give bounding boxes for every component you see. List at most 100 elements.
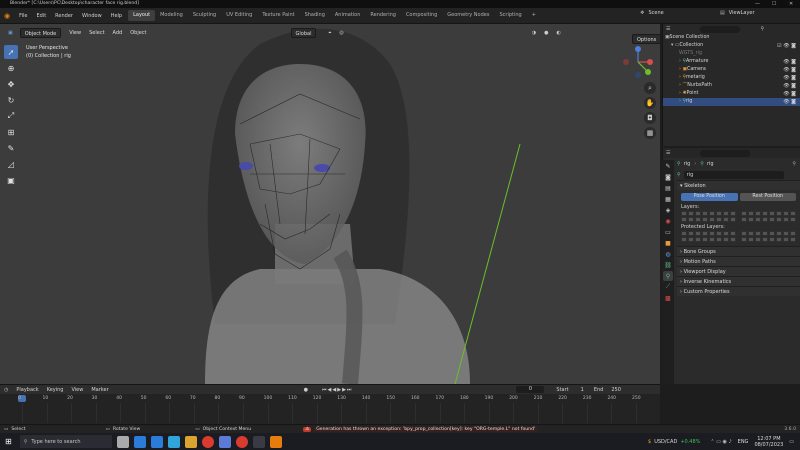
minimize-icon[interactable]: — <box>755 0 760 8</box>
language-indicator[interactable]: ENG <box>738 439 749 445</box>
editor-type-icon[interactable]: ▣ <box>4 28 17 38</box>
discord-icon[interactable] <box>218 435 231 448</box>
scale-tool-icon[interactable]: ⤢ <box>4 109 18 123</box>
menu-render[interactable]: Render <box>55 13 73 19</box>
timeline-editor-icon[interactable]: ◷ <box>4 387 8 393</box>
outliner-editor-icon[interactable]: ☰ <box>666 26 670 32</box>
ticker-symbol[interactable]: USD/CAD <box>654 439 677 445</box>
3d-viewport[interactable] <box>0 24 660 384</box>
inverse-kinematics-panel[interactable]: › Inverse Kinematics <box>677 276 800 286</box>
timeline-playback-menu[interactable]: Playback <box>16 387 38 393</box>
chrome-icon[interactable] <box>201 435 214 448</box>
windows-start-icon[interactable]: ⊞ <box>5 437 12 446</box>
timeline-ruler[interactable]: 0 10 20 30 40 50 60 70 80 90 100 110 120 130 140 150 160… <box>0 394 660 424</box>
texture-tab-icon[interactable]: ▩ <box>663 293 673 303</box>
shading-material-icon[interactable]: ◐ <box>552 28 564 38</box>
measure-tool-icon[interactable]: ◿ <box>4 157 18 171</box>
viewport-display-panel[interactable]: › Viewport Display <box>677 266 800 276</box>
annotate-tool-icon[interactable]: ✎ <box>4 141 18 155</box>
outliner-item-camera[interactable]: › ▣ Camera 👁 ◙ <box>663 66 800 74</box>
zoom-icon[interactable]: ⌕ <box>644 82 656 94</box>
shading-solid-icon[interactable]: ● <box>540 28 552 38</box>
menu-object[interactable]: Object <box>126 28 150 38</box>
properties-editor-icon[interactable]: ☰ <box>666 150 670 156</box>
current-frame-field[interactable]: 0 <box>516 386 545 393</box>
playback-controls[interactable]: ⏮◀◀▶▶⏭ <box>322 387 352 393</box>
steam-icon[interactable] <box>133 435 146 448</box>
chrome-profile-icon[interactable] <box>235 435 248 448</box>
start-frame-field[interactable]: 1 <box>581 387 584 393</box>
camera-view-icon[interactable]: ◘ <box>644 112 656 124</box>
options-button[interactable]: Options <box>632 34 662 44</box>
data-name-field[interactable]: rig <box>683 170 784 179</box>
windows-icon[interactable] <box>252 435 265 448</box>
pin-icon[interactable]: ⚲ <box>792 161 796 167</box>
menu-window[interactable]: Window <box>82 13 102 19</box>
outliner-search-input[interactable] <box>700 25 741 33</box>
select-tool-icon[interactable]: ➚ <box>4 45 18 59</box>
pan-icon[interactable]: ✋ <box>644 97 656 109</box>
tab-modeling[interactable]: Modeling <box>155 10 188 21</box>
tab-sculpting[interactable]: Sculpting <box>188 10 221 21</box>
tab-layout[interactable]: Layout <box>128 10 156 21</box>
protected-layers-grid[interactable] <box>677 230 800 237</box>
outliner-item-point[interactable]: › ✺ Point 👁 ◙ <box>663 90 800 98</box>
mail-icon[interactable] <box>150 435 163 448</box>
close-icon[interactable]: ✕ <box>789 0 793 8</box>
outliner-collection[interactable]: ▾ ▭ Collection ☑ 👁 ◙ <box>663 42 800 50</box>
maximize-icon[interactable]: ☐ <box>772 0 776 8</box>
transform-tool-icon[interactable]: ⊞ <box>4 125 18 139</box>
tab-animation[interactable]: Animation <box>330 10 366 21</box>
taskbar-search-box[interactable]: ⚲ Type here to search <box>19 435 112 448</box>
proportional-edit-icon[interactable]: ◎ <box>335 28 347 38</box>
object-tab-icon[interactable]: ■ <box>663 238 673 248</box>
timeline-view-menu[interactable]: View <box>71 387 83 393</box>
record-icon[interactable]: ● <box>304 387 308 393</box>
filter-icon[interactable]: ⚲ <box>760 26 764 32</box>
scene-selector[interactable]: Scene <box>648 10 663 16</box>
notifications-icon[interactable]: ▭ <box>789 439 794 445</box>
outliner-item-armature[interactable]: › ⚲ Armature 👁 ◙ <box>663 58 800 66</box>
motion-paths-panel[interactable]: › Motion Paths <box>677 256 800 266</box>
tab-shading[interactable]: Shading <box>300 10 330 21</box>
tab-geometry-nodes[interactable]: Geometry Nodes <box>442 10 494 21</box>
menu-select[interactable]: Select <box>85 28 108 38</box>
menu-edit[interactable]: Edit <box>36 13 46 19</box>
pose-position-button[interactable]: Pose Position <box>681 193 738 201</box>
properties-search-input[interactable] <box>700 149 751 157</box>
view-layer-selector[interactable]: ViewLayer <box>729 10 755 16</box>
move-tool-icon[interactable]: ✥ <box>4 77 18 91</box>
tray-icons[interactable]: ⌃ ▭ ◉ ♪ <box>710 439 731 445</box>
blender-taskbar-icon[interactable] <box>269 435 282 448</box>
file-explorer-icon[interactable] <box>184 435 197 448</box>
constraints-tab-icon[interactable]: ⛓ <box>663 260 673 270</box>
add-cube-tool-icon[interactable]: ▣ <box>4 173 18 187</box>
overlay-icon[interactable]: ◑ <box>528 28 540 38</box>
rest-position-button[interactable]: Rest Position <box>739 193 796 201</box>
render-tab-icon[interactable]: ◙ <box>663 172 673 182</box>
end-frame-field[interactable]: 250 <box>611 387 621 393</box>
output-tab-icon[interactable]: ▤ <box>663 183 673 193</box>
tab-texture-paint[interactable]: Texture Paint <box>257 10 299 21</box>
tab-uv-editing[interactable]: UV Editing <box>221 10 257 21</box>
clock[interactable]: 12:07 PM 08/07/2023 <box>754 436 783 448</box>
menu-file[interactable]: File <box>19 13 27 19</box>
view-layer-tab-icon[interactable]: ▦ <box>663 194 673 204</box>
tool-tab-icon[interactable]: ✎ <box>663 161 673 171</box>
cursor-tool-icon[interactable]: ⊕ <box>4 61 18 75</box>
custom-properties-panel[interactable]: › Custom Properties <box>677 286 800 296</box>
blender-logo-icon[interactable]: ◉ <box>4 12 10 20</box>
outliner-scene-collection[interactable]: ▣ Scene Collection <box>663 34 800 42</box>
outliner-item-rig[interactable]: › ⚲ rig 👁 ◙ <box>663 98 800 106</box>
layers-grid[interactable] <box>677 210 800 217</box>
armature-data-tab-icon[interactable]: ⚲ <box>663 271 673 281</box>
skeleton-panel-header[interactable]: ▾ Skeleton <box>677 180 800 190</box>
outliner-item-metarig[interactable]: › ⚲ metarig 👁 ◙ <box>663 74 800 82</box>
world-tab-icon[interactable]: ◉ <box>663 216 673 226</box>
snap-icon[interactable]: ⌖ <box>324 28 335 38</box>
navigation-gizmo[interactable] <box>620 44 656 80</box>
menu-add[interactable]: Add <box>109 28 127 38</box>
physics-tab-icon[interactable]: ◍ <box>663 249 673 259</box>
bone-tab-icon[interactable]: ⟋ <box>663 282 673 292</box>
bone-groups-panel[interactable]: › Bone Groups <box>677 246 800 256</box>
